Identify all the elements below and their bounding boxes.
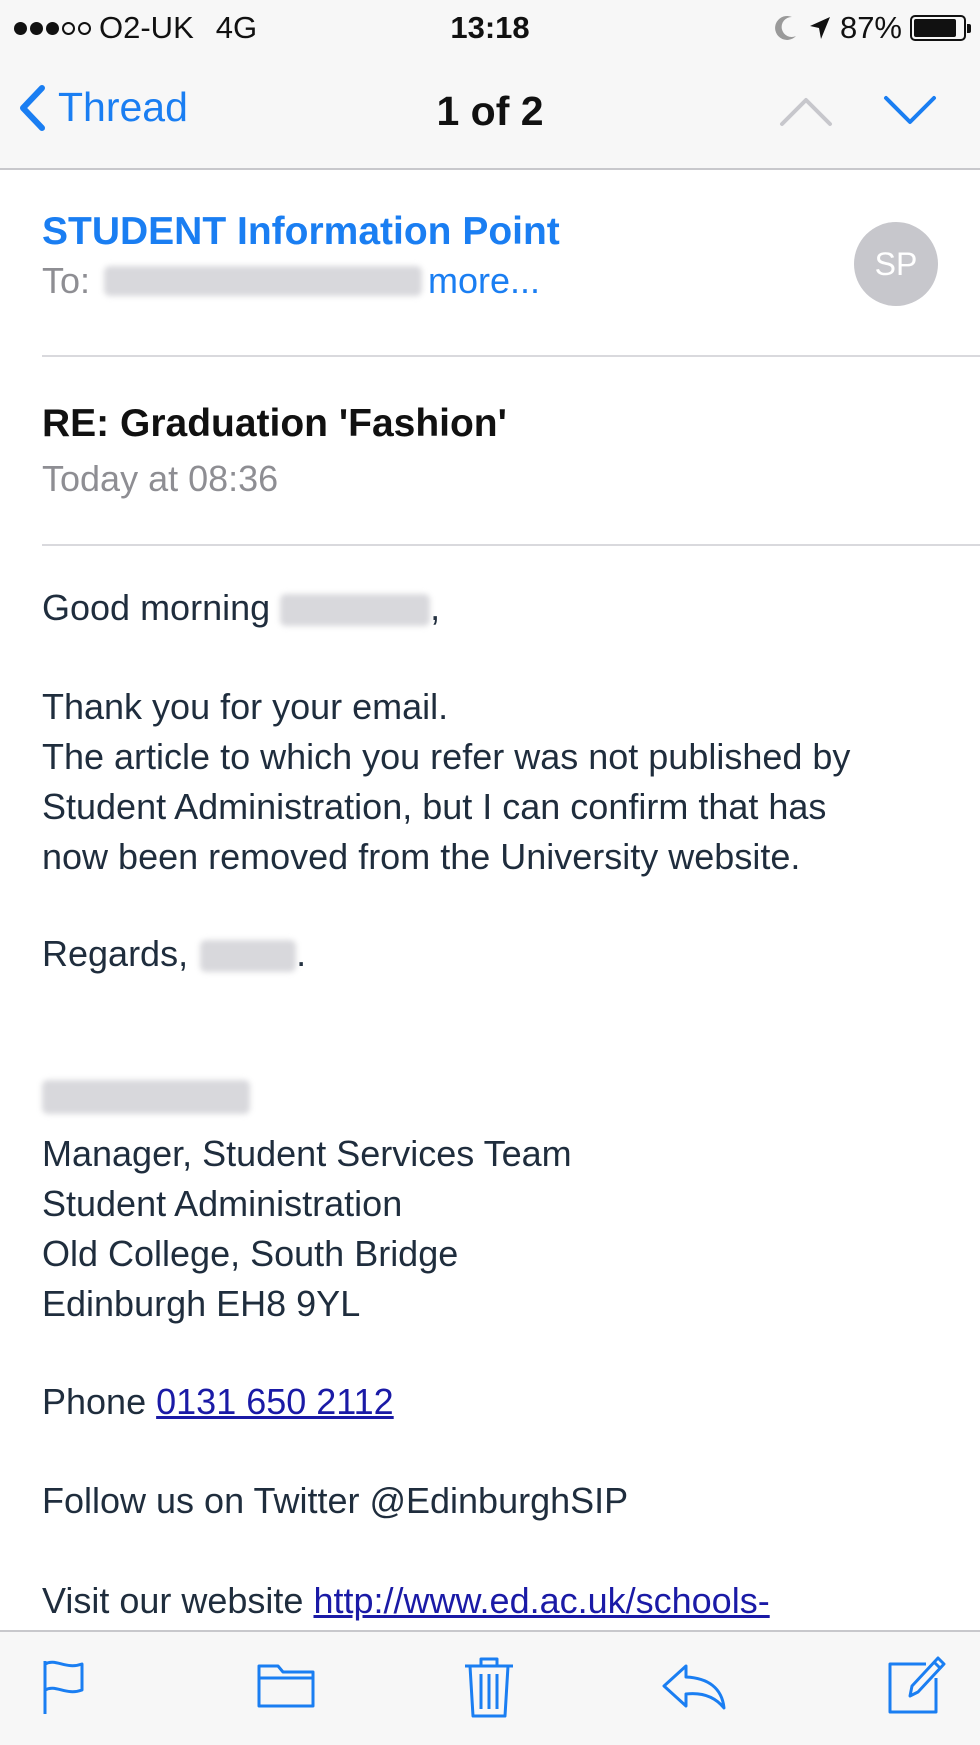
message-header: STUDENT Information Point To: more... (42, 210, 942, 302)
chevron-up-icon[interactable] (778, 94, 834, 128)
subject: RE: Graduation 'Fashion' (42, 402, 507, 445)
body-line: Student Administration, but I can confir… (42, 786, 827, 827)
greeting-line: Good morning, (42, 583, 942, 633)
phone-label: Phone (42, 1381, 147, 1422)
message-date: Today at 08:36 (42, 458, 279, 499)
website-line: Visit our website http://www.ed.ac.uk/sc… (42, 1576, 942, 1626)
location-arrow-icon (809, 17, 830, 39)
greeting-text: Good morning (42, 587, 271, 628)
twitter-line: Follow us on Twitter @EdinburghSIP (42, 1480, 629, 1521)
divider (42, 355, 980, 357)
trash-icon[interactable] (462, 1654, 516, 1720)
sender-name[interactable]: STUDENT Information Point (42, 210, 942, 254)
folder-icon[interactable] (256, 1658, 316, 1710)
avatar: SP (854, 222, 938, 306)
redacted-name (200, 940, 297, 973)
battery-percent: 87% (839, 10, 902, 45)
regards-period: . (296, 933, 307, 974)
signature-line: Old College, South Bridge (42, 1233, 459, 1274)
redacted-signature-name (42, 1080, 250, 1114)
divider (42, 544, 980, 546)
body-line: now been removed from the University web… (42, 836, 801, 877)
status-bar: O2-UK 4G 13:18 87% (0, 0, 980, 54)
redacted-recipients (104, 266, 423, 296)
signature-line: Manager, Student Services Team (42, 1133, 572, 1174)
battery-icon (910, 15, 971, 41)
moon-icon (775, 15, 796, 40)
compose-icon[interactable] (886, 1652, 948, 1716)
signature-line: Edinburgh EH8 9YL (42, 1283, 361, 1324)
body-line: The article to which you refer was not p… (42, 736, 851, 777)
battery-fill (914, 19, 956, 37)
signature-block: Manager, Student Services Team Student A… (42, 1129, 942, 1329)
body-paragraph: Thank you for your email. The article to… (42, 682, 942, 882)
regards-text: Regards, (42, 933, 189, 974)
greeting-comma: , (430, 587, 441, 628)
signature-name (42, 1077, 942, 1127)
to-label: To: (42, 260, 91, 301)
regards-line: Regards,. (42, 929, 942, 979)
reply-icon[interactable] (660, 1662, 728, 1712)
nav-bar: Thread 1 of 2 (0, 54, 980, 170)
website-label: Visit our website (42, 1580, 304, 1621)
more-recipients-link[interactable]: more... (428, 260, 540, 302)
redacted-name (280, 594, 431, 627)
signature-line: Student Administration (42, 1183, 403, 1224)
phone-line: Phone 0131 650 2112 (42, 1377, 942, 1427)
phone-link[interactable]: 0131 650 2112 (156, 1381, 394, 1422)
recipient-line: To: more... (42, 260, 942, 302)
flag-icon[interactable] (40, 1658, 88, 1716)
chevron-down-icon[interactable] (882, 94, 938, 128)
website-link[interactable]: http://www.ed.ac.uk/schools- (313, 1580, 769, 1621)
body-line: Thank you for your email. (42, 686, 449, 727)
bottom-toolbar (0, 1630, 980, 1745)
status-right: 87% (774, 10, 971, 46)
